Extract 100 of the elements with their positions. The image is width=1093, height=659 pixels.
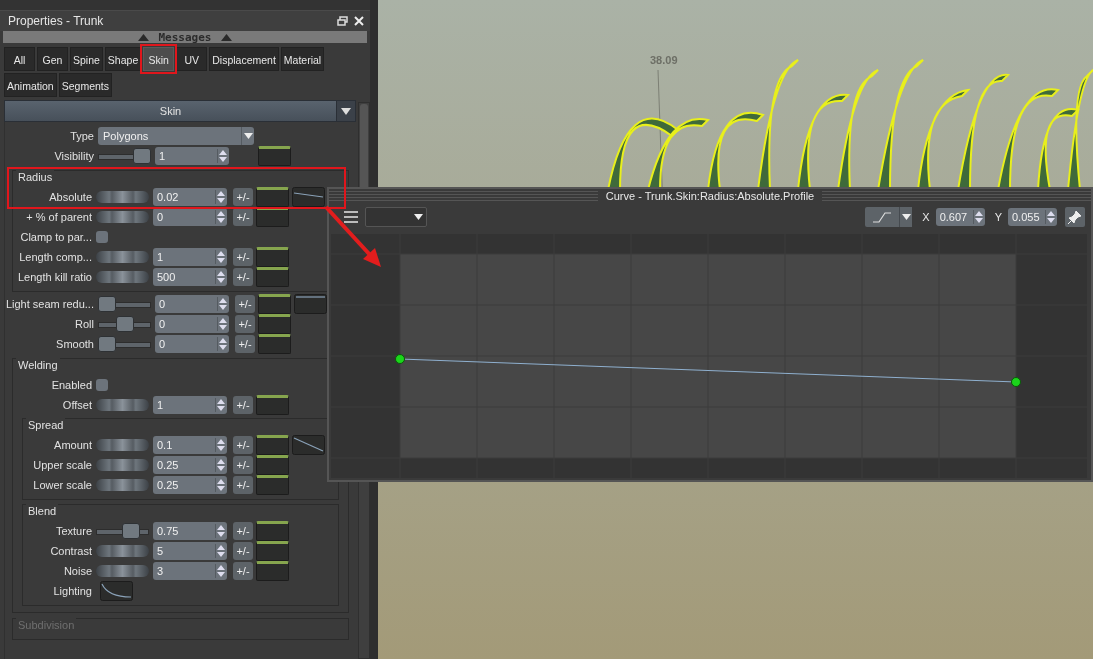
curve-profile-button[interactable] bbox=[292, 187, 325, 207]
number-field[interactable]: 3 bbox=[153, 562, 227, 580]
animation-button[interactable] bbox=[258, 146, 291, 166]
tab[interactable]: Spine bbox=[70, 47, 103, 71]
plus-minus-button[interactable]: +/- bbox=[235, 335, 255, 353]
plus-minus-button[interactable]: +/- bbox=[233, 248, 253, 266]
animation-button[interactable] bbox=[258, 294, 291, 314]
spinner-icon[interactable] bbox=[217, 317, 227, 331]
curve-line[interactable] bbox=[404, 358, 1012, 383]
spinner-icon[interactable] bbox=[217, 297, 227, 311]
number-field[interactable]: 1 bbox=[153, 396, 227, 414]
plus-minus-button[interactable]: +/- bbox=[233, 188, 253, 206]
jog-dial[interactable] bbox=[96, 191, 149, 203]
number-field[interactable]: 1 bbox=[155, 147, 229, 165]
restore-icon[interactable] bbox=[337, 16, 348, 26]
animation-button[interactable] bbox=[256, 435, 289, 455]
spinner-icon[interactable] bbox=[215, 270, 225, 284]
number-field[interactable]: 0.055 bbox=[1008, 208, 1057, 226]
jog-dial[interactable] bbox=[96, 439, 149, 451]
animation-button[interactable] bbox=[258, 314, 291, 334]
animation-button[interactable] bbox=[256, 521, 289, 541]
curve-profile-button[interactable] bbox=[294, 294, 327, 314]
slider[interactable] bbox=[98, 148, 151, 164]
spinner-icon[interactable] bbox=[217, 337, 227, 351]
animation-button[interactable] bbox=[256, 541, 289, 561]
jog-dial[interactable] bbox=[96, 211, 149, 223]
tab[interactable]: Displacement bbox=[209, 47, 279, 71]
plus-minus-button[interactable]: +/- bbox=[233, 456, 253, 474]
number-field[interactable]: 0.1 bbox=[153, 436, 227, 454]
spinner-icon[interactable] bbox=[1045, 210, 1055, 224]
slider[interactable] bbox=[98, 336, 151, 352]
tab[interactable]: Segments bbox=[58, 73, 112, 97]
spinner-icon[interactable] bbox=[217, 149, 227, 163]
spinner-icon[interactable] bbox=[215, 544, 225, 558]
curve-profile-button[interactable] bbox=[100, 581, 133, 601]
jog-dial[interactable] bbox=[96, 399, 149, 411]
tab[interactable]: Animation bbox=[4, 73, 57, 97]
checkbox[interactable] bbox=[96, 231, 108, 243]
pin-button[interactable] bbox=[1065, 207, 1085, 227]
number-field[interactable]: 0.607 bbox=[935, 208, 985, 226]
spinner-icon[interactable] bbox=[215, 210, 225, 224]
checkbox[interactable] bbox=[96, 379, 108, 391]
spinner-icon[interactable] bbox=[215, 458, 225, 472]
menu-icon[interactable] bbox=[343, 210, 359, 224]
slider[interactable] bbox=[98, 316, 151, 332]
number-field[interactable]: 0 bbox=[155, 335, 229, 353]
tab[interactable]: UV bbox=[176, 47, 208, 71]
spinner-icon[interactable] bbox=[972, 210, 983, 224]
slider-thumb[interactable] bbox=[98, 296, 116, 312]
curve-type-button[interactable] bbox=[865, 207, 900, 227]
tab[interactable]: All bbox=[4, 47, 35, 71]
plus-minus-button[interactable]: +/- bbox=[235, 295, 255, 313]
number-field[interactable]: 0 bbox=[155, 295, 229, 313]
animation-button[interactable] bbox=[256, 247, 289, 267]
jog-dial[interactable] bbox=[96, 565, 149, 577]
slider[interactable] bbox=[96, 523, 149, 539]
spinner-icon[interactable] bbox=[215, 524, 225, 538]
animation-button[interactable] bbox=[256, 475, 289, 495]
number-field[interactable]: 0 bbox=[155, 315, 229, 333]
tab[interactable]: Material bbox=[280, 47, 325, 71]
control-point[interactable] bbox=[1011, 377, 1021, 387]
number-field[interactable]: 1 bbox=[153, 248, 227, 266]
slider-thumb[interactable] bbox=[98, 336, 116, 352]
spinner-icon[interactable] bbox=[215, 438, 225, 452]
animation-button[interactable] bbox=[256, 207, 289, 227]
spinner-icon[interactable] bbox=[215, 564, 225, 578]
slider-thumb[interactable] bbox=[115, 316, 134, 332]
messages-bar[interactable]: Messages bbox=[3, 31, 367, 43]
tab[interactable]: Gen bbox=[37, 47, 68, 71]
section-header[interactable]: Skin bbox=[4, 100, 356, 122]
animation-button[interactable] bbox=[258, 334, 291, 354]
control-point[interactable] bbox=[395, 354, 405, 364]
animation-button[interactable] bbox=[256, 267, 289, 287]
spinner-icon[interactable] bbox=[215, 478, 225, 492]
jog-dial[interactable] bbox=[96, 251, 149, 263]
curve-profile-button[interactable] bbox=[292, 435, 325, 455]
number-field[interactable]: 0.02 bbox=[153, 188, 227, 206]
animation-button[interactable] bbox=[256, 561, 289, 581]
plus-minus-button[interactable]: +/- bbox=[233, 268, 253, 286]
plus-minus-button[interactable]: +/- bbox=[233, 396, 253, 414]
animation-button[interactable] bbox=[256, 455, 289, 475]
tab[interactable]: Skin bbox=[143, 47, 175, 71]
slider-thumb[interactable] bbox=[122, 523, 141, 539]
spinner-icon[interactable] bbox=[215, 190, 225, 204]
number-field[interactable]: 0.25 bbox=[153, 476, 227, 494]
plus-minus-button[interactable]: +/- bbox=[233, 562, 253, 580]
plus-minus-button[interactable]: +/- bbox=[233, 436, 253, 454]
plus-minus-button[interactable]: +/- bbox=[235, 315, 255, 333]
dropdown[interactable]: Polygons bbox=[98, 127, 254, 145]
jog-dial[interactable] bbox=[96, 459, 149, 471]
slider[interactable] bbox=[98, 296, 151, 312]
plus-minus-button[interactable]: +/- bbox=[233, 542, 253, 560]
animation-button[interactable] bbox=[256, 187, 289, 207]
number-field[interactable]: 0.25 bbox=[153, 456, 227, 474]
number-field[interactable]: 5 bbox=[153, 542, 227, 560]
number-field[interactable]: 500 bbox=[153, 268, 227, 286]
number-field[interactable]: 0.75 bbox=[153, 522, 227, 540]
spinner-icon[interactable] bbox=[215, 250, 225, 264]
jog-dial[interactable] bbox=[96, 479, 149, 491]
slider-thumb[interactable] bbox=[133, 148, 151, 164]
